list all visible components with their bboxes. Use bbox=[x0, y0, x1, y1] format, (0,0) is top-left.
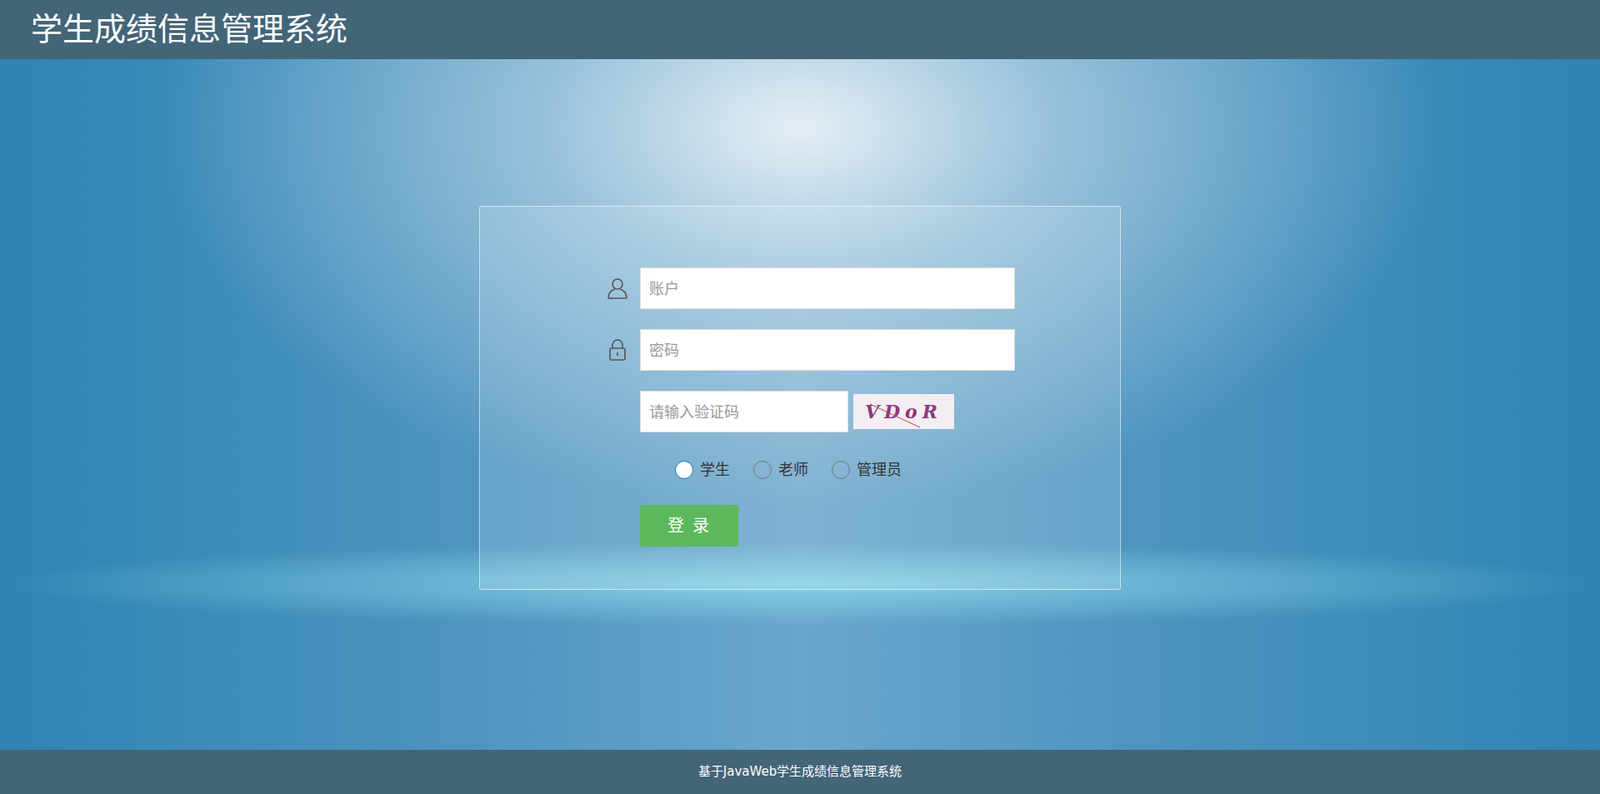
submit-spacer bbox=[605, 505, 640, 547]
role-option[interactable]: 学生 bbox=[675, 458, 730, 481]
password-row bbox=[605, 329, 1120, 371]
role-group: 学生 老师 管理员 bbox=[640, 458, 902, 481]
captcha-row: VDoR bbox=[605, 390, 1120, 433]
lock-icon-cell bbox=[605, 337, 640, 363]
page-header: 学生成绩信息管理系统 bbox=[0, 0, 1600, 60]
page-footer: 基于JavaWeb学生成绩信息管理系统 bbox=[0, 750, 1600, 794]
user-icon bbox=[605, 275, 630, 301]
role-label: 管理员 bbox=[856, 458, 902, 481]
role-option[interactable]: 管理员 bbox=[831, 458, 902, 481]
login-panel: VDoR 学生 老师 管理员 登 录 bbox=[479, 205, 1121, 590]
role-radio[interactable] bbox=[675, 460, 694, 480]
login-button[interactable]: 登 录 bbox=[640, 505, 739, 547]
submit-row: 登 录 bbox=[605, 505, 1120, 547]
login-area: VDoR 学生 老师 管理员 登 录 bbox=[0, 59, 1600, 750]
account-input[interactable] bbox=[640, 267, 1015, 310]
role-radio[interactable] bbox=[753, 460, 772, 480]
captcha-input[interactable] bbox=[640, 390, 849, 433]
role-radio[interactable] bbox=[831, 460, 850, 480]
role-option[interactable]: 老师 bbox=[753, 458, 809, 481]
app-title: 学生成绩信息管理系统 bbox=[30, 10, 348, 50]
account-row bbox=[605, 267, 1120, 310]
footer-text: 基于JavaWeb学生成绩信息管理系统 bbox=[698, 762, 902, 782]
role-label: 老师 bbox=[778, 458, 809, 481]
user-icon-cell bbox=[605, 275, 640, 301]
password-input[interactable] bbox=[640, 329, 1015, 371]
role-label: 学生 bbox=[700, 458, 730, 481]
captcha-image[interactable]: VDoR bbox=[853, 394, 955, 430]
role-spacer bbox=[605, 458, 640, 481]
role-row: 学生 老师 管理员 bbox=[605, 458, 1120, 481]
captcha-code: VDoR bbox=[865, 402, 943, 421]
captcha-noise-icon bbox=[853, 394, 955, 430]
lock-icon bbox=[605, 337, 630, 363]
